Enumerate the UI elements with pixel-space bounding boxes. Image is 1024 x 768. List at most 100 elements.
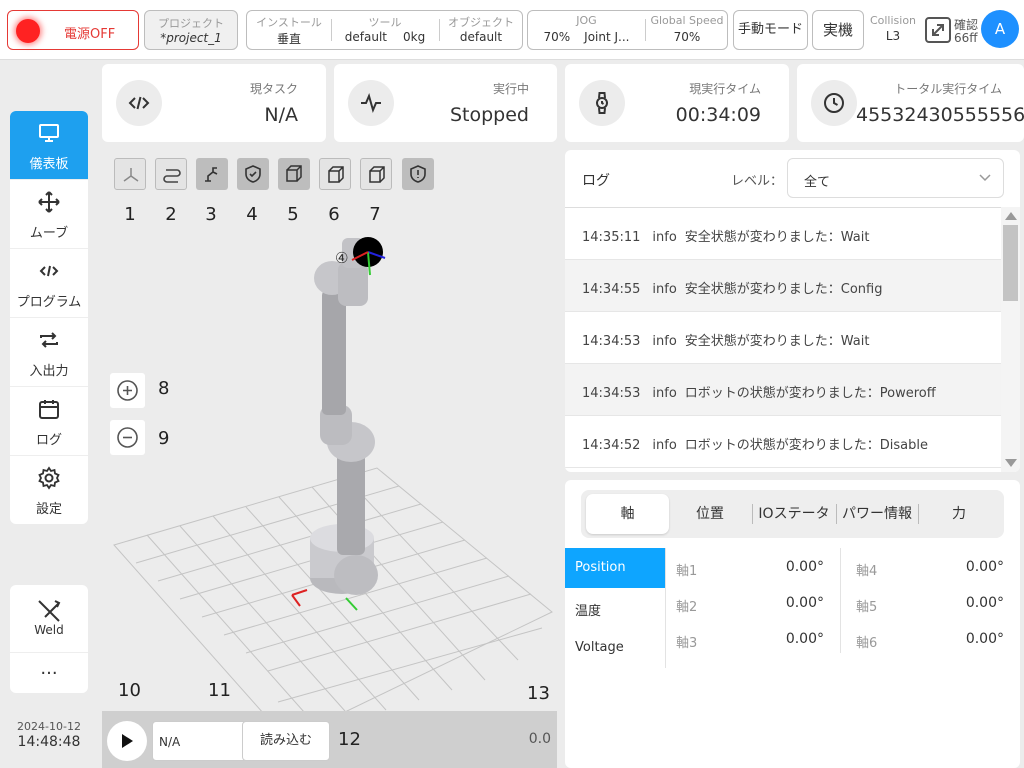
collision-level[interactable]: Collision L3 xyxy=(868,14,918,43)
sidebar-item-label: 入出力 xyxy=(29,364,69,379)
joint-value: 0.00° xyxy=(965,595,1004,611)
code-icon xyxy=(39,265,59,277)
confirm-checksum[interactable]: 確認 66ff xyxy=(922,12,980,48)
joint-label: 軸5 xyxy=(856,600,878,615)
label-13: 13 xyxy=(527,683,550,704)
view-tool-1-button[interactable] xyxy=(114,158,146,190)
project-selector[interactable]: プロジェクト *project_1 xyxy=(144,10,238,50)
tab-position[interactable]: 位置 xyxy=(669,494,751,534)
divider xyxy=(840,548,841,653)
log-time: 14:34:53 xyxy=(582,386,641,401)
run-value: Stopped xyxy=(449,104,529,126)
tab-power-info[interactable]: パワー情報 xyxy=(837,494,917,534)
tool-number-1: 1 xyxy=(124,204,136,225)
robot-3d-view[interactable]: ④ 1 2 3 4 5 6 7 8 9 10 11 13 N/A 読み込む 12… xyxy=(102,150,557,768)
load-button[interactable]: 読み込む xyxy=(242,721,330,761)
tool-load: 0kg xyxy=(403,30,426,44)
log-row: 14:34:55 info 安全状態が変わりました：Config xyxy=(565,260,1001,312)
sidebar-item-label: ログ xyxy=(35,433,62,448)
move-icon xyxy=(38,191,60,213)
log-message: ロボットの状態が変わりました：Disable xyxy=(684,438,929,453)
joint-label: 軸4 xyxy=(856,564,878,579)
side-tab-position[interactable]: Position xyxy=(565,548,665,588)
robot-arm-icon xyxy=(205,167,218,182)
install-header: インストール xyxy=(256,16,322,29)
tab-io-status[interactable]: IOステータ xyxy=(753,494,835,534)
install-tool-object-panel[interactable]: インストール 垂直 ツール default 0kg オブジェクト default xyxy=(246,10,523,50)
view-tool-6-button[interactable] xyxy=(319,158,351,190)
sidebar-item-program[interactable]: プログラム xyxy=(10,249,88,318)
sidebar-item-settings[interactable]: 設定 xyxy=(10,456,88,524)
current-time: 14:48:48 xyxy=(17,734,81,750)
jog-cell: JOG 70% Joint J... xyxy=(528,11,645,49)
sidebar-item-log[interactable]: ログ xyxy=(10,387,88,456)
log-list[interactable]: 14:35:11 info 安全状態が変わりました：Wait 14:34:55 inf… xyxy=(565,207,1001,472)
view-tool-5-button[interactable] xyxy=(278,158,310,190)
zoom-out-button[interactable] xyxy=(110,420,145,455)
tab-joint[interactable]: 軸 xyxy=(586,494,669,534)
manual-mode-button[interactable]: 手動モード xyxy=(733,10,808,50)
play-button[interactable] xyxy=(107,721,147,761)
log-row: 14:34:53 info ロボットの状態が変わりました：Poweroff xyxy=(565,364,1001,416)
sidebar-item-move[interactable]: ムーブ xyxy=(10,180,88,249)
scroll-down-icon[interactable] xyxy=(1005,459,1017,467)
current-task-card: 現タスク N/A xyxy=(102,64,326,142)
task-icon-circle xyxy=(116,80,162,126)
label-10: 10 xyxy=(118,680,141,701)
path-icon xyxy=(163,169,181,183)
joint-value: 0.00° xyxy=(785,631,824,647)
current-time-header: 現実行タイム xyxy=(689,82,761,96)
sidebar-item-weld[interactable]: Weld xyxy=(10,585,88,653)
joint-label: 軸2 xyxy=(676,600,698,615)
view-tool-2-button[interactable] xyxy=(155,158,187,190)
log-scrollbar[interactable] xyxy=(1001,207,1020,472)
joint-value: 0.00° xyxy=(965,631,1004,647)
view-tool-3-button[interactable] xyxy=(196,158,228,190)
divider xyxy=(665,548,666,668)
tab-force[interactable]: 力 xyxy=(919,494,999,534)
pulse-icon xyxy=(361,93,381,113)
scroll-thumb[interactable] xyxy=(1003,225,1018,301)
log-message: 安全状態が変わりました：Wait xyxy=(684,230,870,245)
log-message: 安全状態が変わりました：Wait xyxy=(684,334,870,349)
real-machine-button[interactable]: 実機 xyxy=(812,10,864,50)
log-row: 14:34:52 info ロボットの状態が変わりました：Disable xyxy=(565,416,1001,468)
view-tool-8-button[interactable] xyxy=(402,158,434,190)
cube-side-icon xyxy=(328,166,344,183)
sidebar-item-io[interactable]: 入出力 xyxy=(10,318,88,387)
joint-info-panel: 軸 位置 IOステータ パワー情報 力 Position 温度 Voltage … xyxy=(565,480,1020,768)
speed-value: 0.0 xyxy=(528,731,551,747)
axis-view-icon xyxy=(123,168,139,182)
log-panel: ログ レベル： 全て 14:35:11 info 安全状態が変わりました：Wait … xyxy=(565,150,1020,472)
zoom-in-button[interactable] xyxy=(110,373,145,408)
side-tab-temperature[interactable]: 温度 xyxy=(565,588,665,628)
zoom-in-icon xyxy=(117,380,138,401)
clock-icon-circle xyxy=(811,80,857,126)
global-speed-header: Global Speed xyxy=(650,14,724,27)
log-message: ロボットの状態が変わりました：Poweroff xyxy=(684,386,936,401)
program-control-bar: N/A 読み込む 12 0.0 xyxy=(102,711,557,768)
joint-label: 軸6 xyxy=(856,636,878,651)
log-level: info xyxy=(652,334,677,349)
sidebar-item-label: 儀表板 xyxy=(29,157,69,172)
sidebar-item-dashboard[interactable]: 儀表板 xyxy=(10,111,88,180)
log-title: ログ xyxy=(582,173,610,189)
level-select[interactable]: 全て xyxy=(787,158,1004,198)
power-button[interactable]: 電源OFF xyxy=(7,10,139,50)
tool-number-7: 7 xyxy=(369,204,381,225)
zoom-out-number: 9 xyxy=(158,428,170,449)
jog-panel[interactable]: JOG 70% Joint J... Global Speed 70% xyxy=(527,10,728,50)
scroll-up-icon[interactable] xyxy=(1005,212,1017,220)
more-menu-button[interactable]: ... xyxy=(10,655,88,691)
side-tab-voltage[interactable]: Voltage xyxy=(565,628,665,668)
weld-icon xyxy=(38,600,61,622)
gear-icon xyxy=(38,466,60,490)
view-tool-7-button[interactable] xyxy=(360,158,392,190)
task-header: 現タスク xyxy=(249,82,298,96)
tool-number-2: 2 xyxy=(165,204,177,225)
avatar[interactable]: A xyxy=(981,10,1019,48)
weld-label: Weld xyxy=(34,623,64,637)
io-icon xyxy=(40,332,58,348)
cube-front-icon xyxy=(286,165,302,182)
view-tool-4-button[interactable] xyxy=(237,158,269,190)
